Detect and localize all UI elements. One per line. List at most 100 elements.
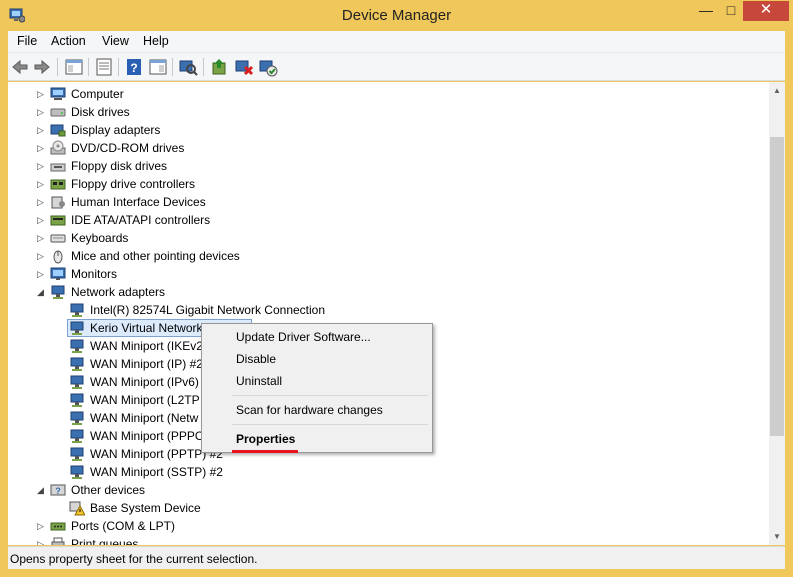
close-button[interactable]: ✕ <box>743 1 789 21</box>
menu-disable[interactable]: Disable <box>236 352 276 366</box>
tree-category-item[interactable]: ▷ Ports (COM & LPT) <box>8 517 769 535</box>
tree-item-label: WAN Miniport (IP) #2 <box>90 357 203 371</box>
collapsed-arrow-icon[interactable]: ▷ <box>37 85 47 103</box>
expanded-arrow-icon[interactable]: ◢ <box>37 283 47 301</box>
tree-category-item[interactable]: ▷ DVD/CD-ROM drives <box>8 139 769 157</box>
collapsed-arrow-icon[interactable]: ▷ <box>37 103 47 121</box>
network-card-icon <box>69 338 85 354</box>
toolbar-separator <box>118 58 119 76</box>
tree-item-label: Print queues <box>71 537 139 545</box>
network-card-icon <box>69 410 85 426</box>
back-icon[interactable] <box>10 57 30 77</box>
menu-help[interactable]: Help <box>143 34 169 48</box>
collapsed-arrow-icon[interactable]: ▷ <box>37 193 47 211</box>
other-devices-icon: ? <box>50 482 66 498</box>
tree-category-item[interactable]: ▷ Print queues <box>8 535 769 545</box>
tree-category-item[interactable]: ◢ Network adapters <box>8 283 769 301</box>
tree-category-item[interactable]: ▷ Computer <box>8 85 769 103</box>
tree-item-label: Intel(R) 82574L Gigabit Network Connecti… <box>90 303 326 317</box>
network-card-icon <box>69 320 85 336</box>
collapsed-arrow-icon[interactable]: ▷ <box>37 535 47 545</box>
network-card-icon <box>69 356 85 372</box>
toolbar-separator <box>57 58 58 76</box>
tree-item-label: WAN Miniport (IKEv2 <box>90 339 203 353</box>
scroll-down-arrow-icon[interactable]: ▼ <box>769 528 785 545</box>
enable-device-icon[interactable] <box>258 57 278 77</box>
collapsed-arrow-icon[interactable]: ▷ <box>37 265 47 283</box>
tree-item-label: Ports (COM & LPT) <box>71 519 176 533</box>
tree-item-label: Mice and other pointing devices <box>71 249 240 263</box>
scan-hardware-icon[interactable] <box>178 57 198 77</box>
scrollbar-thumb[interactable] <box>770 137 784 436</box>
show-hide-action-pane-icon[interactable] <box>148 57 168 77</box>
tree-item-label: Floppy drive controllers <box>71 177 196 191</box>
device-manager-window: Device Manager — □ ✕ File Action View He… <box>0 0 793 577</box>
show-hide-console-tree-icon[interactable] <box>64 57 84 77</box>
toolbar-separator <box>203 58 204 76</box>
forward-icon[interactable] <box>32 57 52 77</box>
tree-item-label: DVD/CD-ROM drives <box>71 141 185 155</box>
floppy-controller-icon <box>50 176 66 192</box>
collapsed-arrow-icon[interactable]: ▷ <box>37 175 47 193</box>
tree-device-item[interactable]: WAN Miniport (SSTP) #2 <box>8 463 769 481</box>
tree-item-label: Network adapters <box>71 285 166 299</box>
tree-item-label: WAN Miniport (SSTP) #2 <box>90 465 223 479</box>
help-icon[interactable]: ? <box>124 57 144 77</box>
tree-item-label: Display adapters <box>71 123 161 137</box>
vertical-scrollbar[interactable]: ▲ ▼ <box>769 82 785 545</box>
menu-uninstall[interactable]: Uninstall <box>236 374 282 388</box>
collapsed-arrow-icon[interactable]: ▷ <box>37 229 47 247</box>
collapsed-arrow-icon[interactable]: ▷ <box>37 121 47 139</box>
tree-category-item[interactable]: ▷ Monitors <box>8 265 769 283</box>
network-card-icon <box>69 392 85 408</box>
floppy-drive-icon <box>50 158 66 174</box>
expanded-arrow-icon[interactable]: ◢ <box>37 481 47 499</box>
device-tree[interactable]: ▷ Computer ▷ Disk drives ▷ Display adapters ▷ D… <box>8 82 769 545</box>
network-card-icon <box>69 302 85 318</box>
tree-category-item[interactable]: ▷ Floppy disk drives <box>8 157 769 175</box>
minimize-button[interactable]: — <box>693 1 719 21</box>
tree-item-label: Keyboards <box>71 231 129 245</box>
svg-text:?: ? <box>55 486 61 496</box>
tree-item-label: WAN Miniport (Netw <box>90 411 199 425</box>
tree-category-item[interactable]: ▷ Keyboards <box>8 229 769 247</box>
properties-highlight-underline <box>232 450 298 453</box>
tree-category-item[interactable]: ▷ Human Interface Devices <box>8 193 769 211</box>
tree-item-label: Kerio Virtual Network <box>90 321 203 335</box>
tree-category-item[interactable]: ◢? Other devices <box>8 481 769 499</box>
tree-category-item[interactable]: ▷ Disk drives <box>8 103 769 121</box>
keyboard-icon <box>50 230 66 246</box>
menu-bar: File Action View Help <box>8 31 785 53</box>
scroll-up-arrow-icon[interactable]: ▲ <box>769 82 785 99</box>
tree-category-item[interactable]: ▷ Floppy drive controllers <box>8 175 769 193</box>
properties-icon[interactable] <box>94 57 114 77</box>
menu-action[interactable]: Action <box>51 34 86 48</box>
tree-category-item[interactable]: ▷ Display adapters <box>8 121 769 139</box>
ports-icon <box>50 518 66 534</box>
maximize-button[interactable]: □ <box>718 1 744 21</box>
tree-item-label: WAN Miniport (IPv6) <box>90 375 199 389</box>
status-text: Opens property sheet for the current sel… <box>10 552 258 566</box>
tree-category-item[interactable]: ▷ Mice and other pointing devices <box>8 247 769 265</box>
network-adapter-icon <box>50 284 66 300</box>
warning-device-icon <box>69 500 85 516</box>
update-driver-icon[interactable] <box>210 57 230 77</box>
collapsed-arrow-icon[interactable]: ▷ <box>37 157 47 175</box>
tree-device-item[interactable]: Base System Device <box>8 499 769 517</box>
menu-properties[interactable]: Properties <box>236 432 295 446</box>
menu-file[interactable]: File <box>17 34 37 48</box>
uninstall-icon[interactable] <box>234 57 254 77</box>
collapsed-arrow-icon[interactable]: ▷ <box>37 211 47 229</box>
collapsed-arrow-icon[interactable]: ▷ <box>37 517 47 535</box>
menu-view[interactable]: View <box>102 34 129 48</box>
tree-category-item[interactable]: ▷ IDE ATA/ATAPI controllers <box>8 211 769 229</box>
menu-scan-for-hardware-changes[interactable]: Scan for hardware changes <box>236 403 383 417</box>
toolbar-separator <box>88 58 89 76</box>
collapsed-arrow-icon[interactable]: ▷ <box>37 247 47 265</box>
tree-item-label: WAN Miniport (L2TP <box>90 393 200 407</box>
title-bar[interactable]: Device Manager — □ ✕ <box>0 0 793 31</box>
tree-device-item[interactable]: Intel(R) 82574L Gigabit Network Connecti… <box>8 301 769 319</box>
context-menu-separator <box>232 424 428 425</box>
collapsed-arrow-icon[interactable]: ▷ <box>37 139 47 157</box>
menu-update-driver-software[interactable]: Update Driver Software... <box>236 330 371 344</box>
